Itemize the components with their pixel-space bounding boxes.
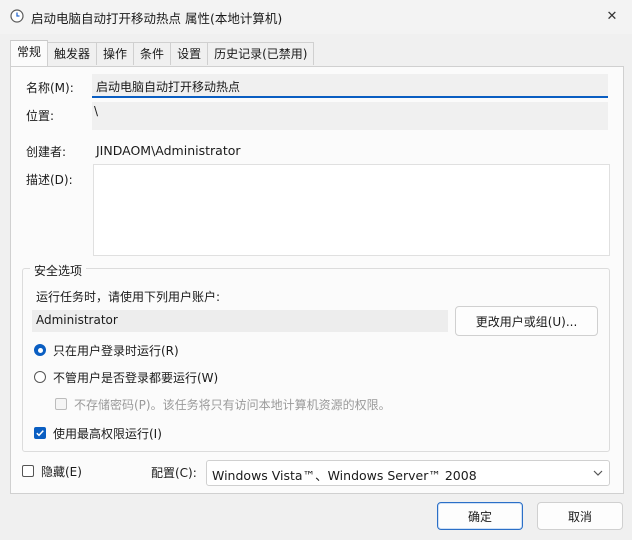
highest-privileges-label[interactable]: 使用最高权限运行(I): [53, 425, 162, 442]
radio-run-logged-on-label[interactable]: 只在用户登录时运行(R): [53, 342, 179, 359]
name-input[interactable]: 启动电脑自动打开移动热点: [92, 74, 608, 98]
chevron-down-icon: [593, 470, 603, 476]
security-group-title: 安全选项: [30, 262, 87, 279]
cancel-button[interactable]: 取消: [537, 502, 623, 530]
task-clock-icon: [10, 9, 24, 23]
ok-button[interactable]: 确定: [437, 502, 523, 530]
description-label: 描述(D):: [26, 173, 73, 187]
checkmark-icon: [36, 430, 44, 437]
name-input-value: 启动电脑自动打开移动热点: [96, 80, 241, 94]
configure-label: 配置(C):: [151, 466, 197, 480]
tab-actions[interactable]: 操作: [97, 42, 135, 65]
hidden-label[interactable]: 隐藏(E): [41, 463, 82, 480]
radio-run-whether-logged[interactable]: [34, 371, 46, 383]
author-label: 创建者:: [26, 145, 67, 159]
no-store-password-label: 不存储密码(P)。该任务将只有访问本地计算机资源的权限。: [74, 398, 391, 412]
tab-settings[interactable]: 设置: [171, 42, 209, 65]
radio-run-whether-logged-label[interactable]: 不管用户是否登录都要运行(W): [53, 369, 218, 386]
run-as-label: 运行任务时，请使用下列用户账户:: [36, 290, 221, 304]
user-account-value: Administrator: [36, 313, 118, 327]
configure-select-value: Windows Vista™、Windows Server™ 2008: [212, 468, 477, 483]
user-account-field: Administrator: [32, 310, 448, 332]
close-button[interactable]: ✕: [598, 4, 626, 28]
hidden-checkbox[interactable]: [22, 465, 34, 477]
close-icon: ✕: [606, 8, 618, 24]
tab-conditions[interactable]: 条件: [134, 42, 172, 65]
location-label: 位置:: [26, 109, 55, 123]
window-title: 启动电脑自动打开移动热点 属性(本地计算机): [31, 11, 283, 26]
configure-select[interactable]: Windows Vista™、Windows Server™ 2008: [206, 460, 610, 486]
tab-strip: 常规 触发器 操作 条件 设置 历史记录(已禁用): [10, 40, 315, 66]
description-textarea[interactable]: [93, 164, 610, 256]
location-value: \: [94, 104, 99, 118]
tab-history[interactable]: 历史记录(已禁用): [208, 42, 315, 65]
change-user-button[interactable]: 更改用户或组(U)...: [455, 306, 598, 336]
location-field: \: [92, 102, 608, 130]
tab-triggers[interactable]: 触发器: [48, 42, 98, 65]
name-label: 名称(M):: [26, 81, 74, 95]
no-store-password-checkbox[interactable]: [55, 398, 67, 410]
author-value: JINDAOM\Administrator: [96, 143, 241, 158]
tab-general[interactable]: 常规: [10, 40, 49, 66]
radio-run-logged-on[interactable]: [34, 344, 46, 356]
highest-privileges-checkbox[interactable]: [34, 427, 46, 439]
